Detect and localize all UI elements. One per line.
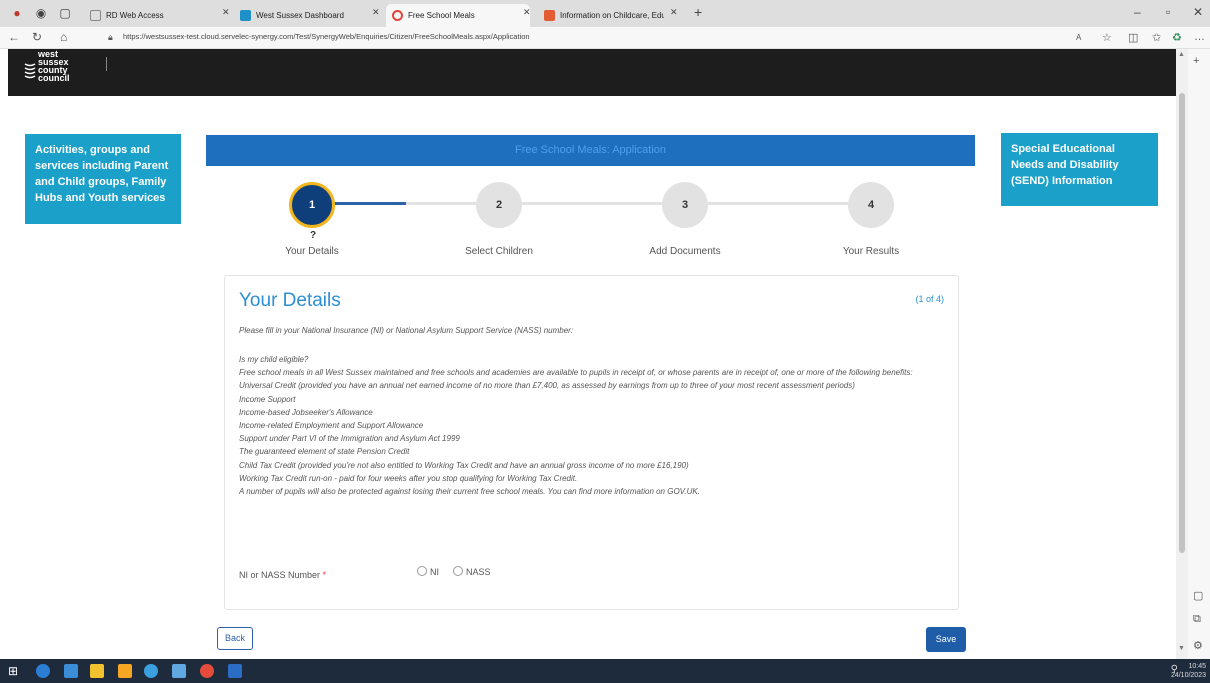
close-tab-icon[interactable]: ✕ — [222, 7, 230, 18]
address-bar: ← ↻ ⌂ 🔒︎ https://westsussex-test.cloud.s… — [0, 27, 1210, 49]
step-connector — [406, 202, 476, 205]
step-count: (1 of 4) — [915, 294, 944, 304]
send-information-link-box[interactable]: Special Educational Needs and Disability… — [1001, 133, 1158, 206]
lock-icon: 🔒︎ — [108, 32, 113, 42]
tab-actions-icon[interactable]: ▢ — [58, 6, 72, 20]
close-window-icon[interactable]: ✕ — [1193, 5, 1203, 19]
read-aloud-icon[interactable]: A — [1076, 33, 1081, 42]
progress-stepper: 1 2 3 4 ? Your Details Select Children A… — [206, 166, 975, 266]
your-details-card: Your Details (1 of 4) Please fill in you… — [224, 275, 959, 610]
app-icon[interactable] — [200, 664, 214, 678]
ni-nass-field-label: NI or NASS Number * — [239, 570, 327, 580]
close-tab-icon[interactable]: ✕ — [670, 7, 678, 18]
browser-tab-bar: ● ◉ ▢ RD Web Access ✕ West Sussex Dashbo… — [0, 0, 1210, 27]
activities-link-box[interactable]: Activities, groups and services includin… — [25, 134, 181, 224]
home-icon[interactable]: ⌂ — [60, 30, 67, 44]
eligibility-line: Working Tax Credit run-on - paid for fou… — [239, 473, 578, 483]
word-icon[interactable] — [228, 664, 242, 678]
scrollbar-thumb[interactable] — [1179, 93, 1185, 553]
step-2-circle[interactable]: 2 — [476, 182, 522, 228]
new-tab-button[interactable]: + — [694, 4, 702, 20]
ni-radio-option[interactable]: NI — [417, 566, 439, 577]
eligibility-line: Child Tax Credit (provided you're not al… — [239, 460, 689, 470]
start-windows-icon[interactable]: ⊞ — [8, 664, 22, 678]
site-icon — [544, 10, 555, 21]
nass-radio-option[interactable]: NASS — [453, 566, 491, 577]
logo-waves-icon — [24, 63, 36, 79]
step-1-label: Your Details — [285, 246, 339, 257]
step-help-icon[interactable]: ? — [310, 230, 316, 241]
split-screen-icon[interactable]: ◫ — [1128, 31, 1138, 44]
logo-line: council — [38, 73, 70, 83]
eligibility-line: A number of pupils will also be protecte… — [239, 487, 700, 497]
page-scrollbar[interactable]: ▲ ▼ — [1176, 49, 1188, 659]
eligibility-line: Is my child eligible? — [239, 355, 309, 364]
tab-information-on-childcare[interactable]: Information on Childcare, Educa — [538, 4, 664, 27]
more-menu-icon[interactable]: … — [1194, 31, 1205, 43]
scroll-down-icon[interactable]: ▼ — [1178, 645, 1185, 652]
step-3-circle[interactable]: 3 — [662, 182, 708, 228]
eligibility-text: Is my child eligible? Free school meals … — [239, 353, 951, 498]
close-tab-icon[interactable]: ✕ — [372, 7, 380, 18]
sidebar-window-icon[interactable]: ▢ — [1193, 589, 1203, 602]
app-icon[interactable] — [144, 664, 158, 678]
page-icon — [90, 10, 101, 21]
favorite-star-icon[interactable]: ☆ — [1102, 31, 1112, 44]
external-link-icon[interactable]: ⧉ — [1193, 613, 1201, 626]
windows-taskbar: ⊞ ⚲ 10:45 24/10/2023 — [0, 659, 1210, 683]
step-4-label: Your Results — [842, 246, 900, 257]
step-4-circle[interactable]: 4 — [848, 182, 894, 228]
browser-sidebar: + ▢ ⧉ ⚙ — [1188, 49, 1210, 659]
tab-free-school-meals[interactable]: Free School Meals — [386, 4, 530, 27]
site-header: west sussex county council — [8, 49, 1176, 96]
eligibility-line: Support under Part VI of the Immigration… — [239, 434, 460, 444]
restore-icon[interactable]: ▫ — [1166, 5, 1170, 19]
back-arrow-icon[interactable]: ← — [8, 30, 20, 44]
step-3-label: Add Documents — [649, 246, 721, 257]
settings-gear-icon[interactable]: ⚙ — [1193, 639, 1203, 652]
add-sidebar-icon[interactable]: + — [1193, 55, 1199, 67]
step-1-circle[interactable]: 1 — [289, 182, 335, 228]
nass-radio-button[interactable] — [453, 566, 463, 576]
file-explorer-icon[interactable] — [90, 664, 104, 678]
step-connector — [708, 202, 848, 205]
refresh-icon[interactable]: ↻ — [32, 30, 42, 44]
application-title-bar: Free School Meals: Application — [206, 135, 975, 166]
eligibility-line: Income Support — [239, 394, 296, 404]
eligibility-line: Universal Credit (provided you have an a… — [239, 381, 855, 391]
close-tab-icon[interactable]: ✕ — [523, 7, 531, 18]
eligibility-line: Free school meals in all West Sussex mai… — [239, 368, 913, 378]
minimize-icon[interactable]: – — [1134, 5, 1141, 19]
step-2-label: Select Children — [465, 246, 533, 257]
app-icon[interactable] — [64, 664, 78, 678]
ni-radio-button[interactable] — [417, 566, 427, 576]
tab-rd-web-access[interactable]: RD Web Access — [84, 4, 210, 27]
scroll-up-icon[interactable]: ▲ — [1178, 51, 1185, 58]
back-button[interactable]: Back — [217, 627, 253, 650]
header-divider — [106, 57, 107, 71]
step-connector-complete — [332, 202, 406, 205]
url-field[interactable]: https://westsussex-test.cloud.servelec-s… — [123, 32, 530, 41]
app-icon[interactable] — [172, 664, 186, 678]
loading-icon — [392, 10, 403, 21]
eligibility-line: Income-based Jobseeker's Allowance — [239, 407, 373, 417]
step-connector — [522, 202, 662, 205]
taskbar-clock[interactable]: 10:45 24/10/2023 — [1171, 662, 1206, 680]
tab-west-sussex-dashboard[interactable]: West Sussex Dashboard — [234, 4, 368, 27]
favorites-icon[interactable]: ✩ — [1152, 31, 1161, 44]
workspaces-icon[interactable]: ◉ — [34, 6, 48, 20]
eligibility-line: Income-related Employment and Support Al… — [239, 421, 424, 431]
extension-icon[interactable]: ♻︎ — [1172, 31, 1182, 44]
browser-profile-icon[interactable]: ● — [10, 6, 24, 20]
eligibility-line: The guaranteed element of state Pension … — [239, 447, 410, 457]
edge-browser-icon[interactable] — [36, 664, 50, 678]
dashboard-icon — [240, 10, 251, 21]
save-button[interactable]: Save — [926, 627, 966, 652]
app-icon[interactable] — [118, 664, 132, 678]
card-title: Your Details — [239, 290, 341, 311]
intro-text: Please fill in your National Insurance (… — [239, 326, 574, 335]
required-asterisk: * — [322, 570, 327, 580]
